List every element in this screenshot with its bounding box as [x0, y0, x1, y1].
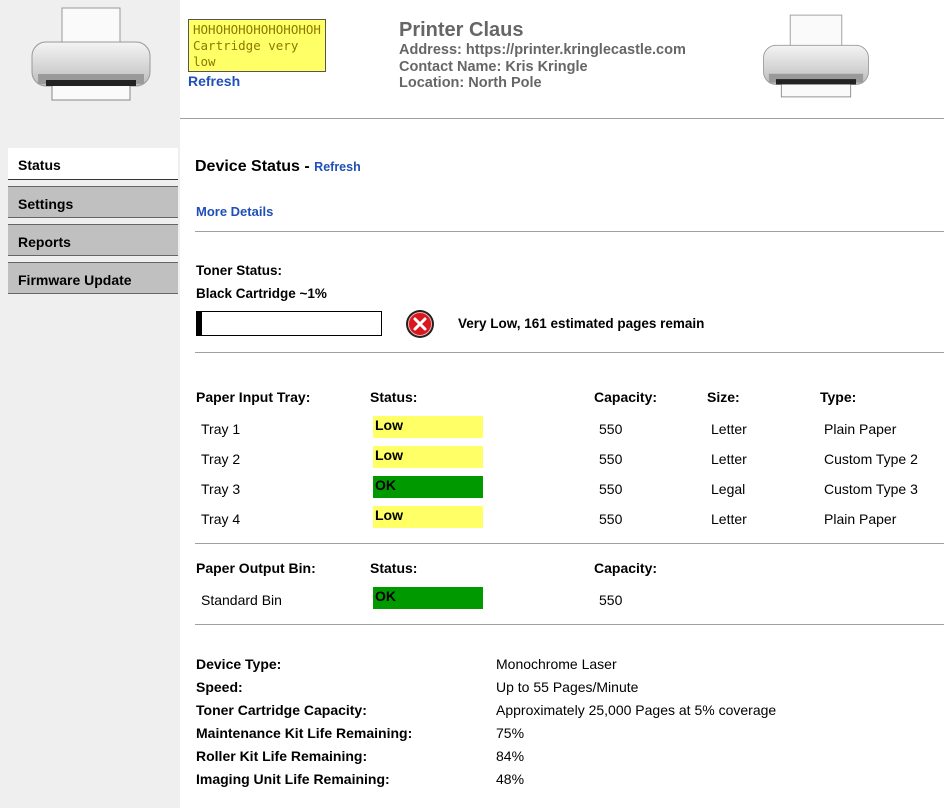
- toner-level-bar: [196, 311, 382, 336]
- info-value: Approximately 25,000 Pages at 5% coverag…: [496, 702, 777, 718]
- status-badge: Low: [373, 416, 483, 438]
- printer-name: Printer Claus: [399, 19, 524, 41]
- printer-logo-icon: [760, 6, 872, 106]
- tray-name: Tray 3: [201, 481, 241, 497]
- page-title: Device Status: [195, 158, 300, 175]
- section-divider: [195, 543, 944, 544]
- info-label: Imaging Unit Life Remaining:: [196, 771, 390, 787]
- sidebar-item-label: Settings: [18, 196, 74, 212]
- more-details-link[interactable]: More Details: [196, 204, 273, 219]
- error-x-icon: [405, 309, 435, 339]
- bin-name: Standard Bin: [201, 592, 282, 608]
- lcd-refresh-link[interactable]: Refresh: [188, 73, 240, 89]
- tray-size: Letter: [711, 511, 747, 527]
- toner-cartridge-label: Black Cartridge ~1%: [196, 286, 327, 301]
- column-header: Paper Output Bin:: [196, 560, 316, 576]
- printer-location: Location: North Pole: [399, 75, 542, 91]
- info-label: Speed:: [196, 679, 243, 695]
- sidebar-item-label: Status: [18, 157, 61, 173]
- tray-type: Plain Paper: [824, 511, 897, 527]
- info-label: Maintenance Kit Life Remaining:: [196, 725, 413, 741]
- tray-capacity: 550: [599, 481, 623, 497]
- section-divider: [195, 352, 944, 353]
- sidebar-item-settings[interactable]: Settings: [8, 186, 178, 218]
- info-label: Device Type:: [196, 656, 282, 672]
- printer-contact: Contact Name: Kris Kringle: [399, 58, 588, 75]
- tray-capacity: 550: [599, 511, 623, 527]
- tray-type: Plain Paper: [824, 421, 897, 437]
- info-label: Roller Kit Life Remaining:: [196, 748, 368, 764]
- lcd-line: Cartridge very: [193, 38, 299, 53]
- column-header: Size:: [707, 389, 740, 405]
- tray-size: Letter: [711, 451, 747, 467]
- lcd-line: HOHOHOHOHOHOHOHOH: [193, 22, 321, 37]
- toner-message: Very Low, 161 estimated pages remain: [458, 316, 705, 331]
- bin-capacity: 550: [599, 592, 623, 608]
- title-separator: -: [304, 158, 310, 175]
- printer-info: Printer Claus Address: https://printer.k…: [399, 19, 686, 92]
- device-status-refresh-link[interactable]: Refresh: [314, 160, 361, 174]
- info-value: Up to 55 Pages/Minute: [496, 679, 639, 695]
- toner-level-fill: [197, 312, 202, 335]
- sidebar-background: [0, 0, 180, 808]
- sidebar-item-status[interactable]: Status: [8, 148, 178, 180]
- column-header: Paper Input Tray:: [196, 389, 311, 405]
- tray-capacity: 550: [599, 421, 623, 437]
- sidebar-item-label: Reports: [18, 234, 71, 250]
- column-header: Status:: [370, 560, 418, 576]
- device-status-heading: Device Status - Refresh: [195, 158, 361, 176]
- sidebar-item-label: Firmware Update: [18, 272, 132, 288]
- printer-lcd-display: HOHOHOHOHOHOHOHOH Cartridge very low: [188, 19, 326, 72]
- info-value: 84%: [496, 748, 525, 764]
- info-value: 48%: [496, 771, 525, 787]
- sidebar-item-firmware-update[interactable]: Firmware Update: [8, 262, 178, 294]
- section-divider: [195, 624, 944, 625]
- column-header: Status:: [370, 389, 418, 405]
- tray-type: Custom Type 3: [824, 481, 918, 497]
- tray-size: Letter: [711, 421, 747, 437]
- info-value: Monochrome Laser: [496, 656, 617, 672]
- status-badge: OK: [373, 476, 483, 498]
- column-header: Type:: [820, 389, 857, 405]
- printer-logo-icon: [28, 4, 154, 104]
- tray-type: Custom Type 2: [824, 451, 918, 467]
- status-badge: Low: [373, 506, 483, 528]
- tray-name: Tray 2: [201, 451, 241, 467]
- printer-address: Address: https://printer.kringlecastle.c…: [399, 42, 686, 58]
- section-divider: [195, 231, 944, 232]
- lcd-line: low: [193, 54, 216, 69]
- tray-size: Legal: [711, 481, 746, 497]
- header-divider: [180, 118, 944, 119]
- status-badge: OK: [373, 587, 483, 609]
- tray-name: Tray 4: [201, 511, 241, 527]
- tray-name: Tray 1: [201, 421, 241, 437]
- tray-capacity: 550: [599, 451, 623, 467]
- info-value: 75%: [496, 725, 525, 741]
- status-badge: Low: [373, 446, 483, 468]
- column-header: Capacity:: [594, 560, 658, 576]
- column-header: Capacity:: [594, 389, 658, 405]
- toner-status-heading: Toner Status:: [196, 263, 283, 278]
- info-label: Toner Cartridge Capacity:: [196, 702, 367, 718]
- sidebar-item-reports[interactable]: Reports: [8, 224, 178, 256]
